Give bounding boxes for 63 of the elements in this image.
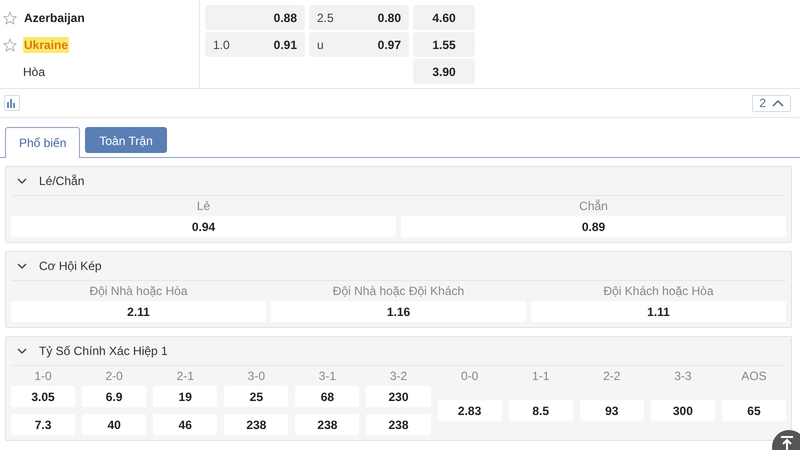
team-name: Ukraine — [23, 36, 70, 52]
odds-button[interactable]: 3.05 — [11, 386, 76, 407]
draw-label: Hòa — [23, 64, 46, 78]
tab[interactable]: Phổ biến — [5, 127, 80, 158]
selection-label: Đội Nhà hoặc Đội Khách — [332, 283, 464, 300]
odds-button[interactable]: 46 — [153, 414, 218, 435]
score-label: 0-0 — [460, 368, 480, 385]
odds-button[interactable]: 40 — [82, 414, 146, 435]
total-odds-button[interactable]: 2.5 0.80 — [309, 5, 409, 30]
star-icon[interactable] — [3, 10, 17, 24]
selection-label: Đội Nhà hoặc Hòa — [89, 283, 188, 300]
arrow-up-icon — [779, 435, 795, 450]
market-title[interactable]: Lé/Chẵn — [39, 174, 84, 188]
score-label: 2-2 — [602, 368, 622, 385]
handicap-odds-button[interactable]: 0.88 — [205, 5, 305, 30]
odds-button[interactable]: 93 — [580, 400, 644, 421]
star-icon[interactable] — [3, 38, 17, 52]
chevron-icon[interactable] — [17, 176, 27, 186]
score-label: 1-1 — [531, 368, 550, 385]
score-label: 2-1 — [176, 368, 195, 385]
odds-button[interactable]: 238 — [366, 414, 431, 435]
tab[interactable]: Toàn Trận — [85, 127, 167, 153]
score-label: 1-0 — [33, 368, 53, 385]
market-title[interactable]: Cơ Hội Kép — [39, 259, 102, 273]
odds-button[interactable]: 230 — [366, 386, 431, 407]
score-label: 3-2 — [388, 368, 408, 385]
collapse-button[interactable]: 2 — [752, 94, 791, 112]
odds-button[interactable]: 7.3 — [11, 414, 76, 435]
moneyline-odds-button[interactable]: 4.60 — [413, 5, 475, 30]
chevron-icon[interactable] — [17, 261, 27, 271]
score-label: 3-0 — [246, 368, 266, 385]
odds-button[interactable]: 25 — [224, 386, 288, 407]
odds-button[interactable]: 19 — [153, 386, 218, 407]
odds-button[interactable]: 0.94 — [11, 216, 396, 237]
odds-button[interactable]: 300 — [650, 400, 715, 421]
odds-button[interactable]: 238 — [295, 414, 360, 435]
team-name: Azerbaijan — [23, 10, 86, 26]
stats-button[interactable] — [4, 95, 20, 111]
odds-button[interactable]: 8.5 — [508, 400, 573, 421]
selection-label: Đội Khách hoặc Hòa — [603, 283, 714, 300]
odds-button[interactable]: 0.89 — [401, 216, 786, 237]
odds-button[interactable]: 2.83 — [438, 400, 502, 421]
bar-chart-icon — [7, 98, 17, 108]
score-label: AOS — [740, 368, 768, 385]
odds-button[interactable]: 65 — [722, 400, 786, 421]
score-label: 2-0 — [104, 368, 124, 385]
total-odds-button[interactable]: u 0.97 — [309, 32, 409, 57]
odds-button[interactable]: 238 — [224, 414, 288, 435]
odds-button[interactable]: 6.9 — [82, 386, 146, 407]
chevron-icon[interactable] — [17, 346, 27, 356]
caret-up-icon — [772, 99, 784, 107]
score-label: 3-1 — [318, 368, 338, 385]
handicap-odds-button[interactable]: 1.0 0.91 — [205, 32, 305, 57]
selection-label: Chẵn — [579, 198, 608, 215]
odds-button[interactable]: 2.11 — [11, 301, 266, 322]
odds-button[interactable]: 1.11 — [531, 301, 786, 322]
moneyline-odds-button[interactable]: 1.55 — [413, 32, 475, 57]
odds-button[interactable]: 68 — [295, 386, 360, 407]
moneyline-odds-button[interactable]: 3.90 — [413, 59, 475, 84]
score-label: 3-3 — [673, 368, 693, 385]
market-title[interactable]: Tỷ Số Chính Xác Hiệp 1 — [39, 344, 168, 358]
selection-label: Lẻ — [196, 198, 210, 215]
odds-button[interactable]: 1.16 — [271, 301, 526, 322]
